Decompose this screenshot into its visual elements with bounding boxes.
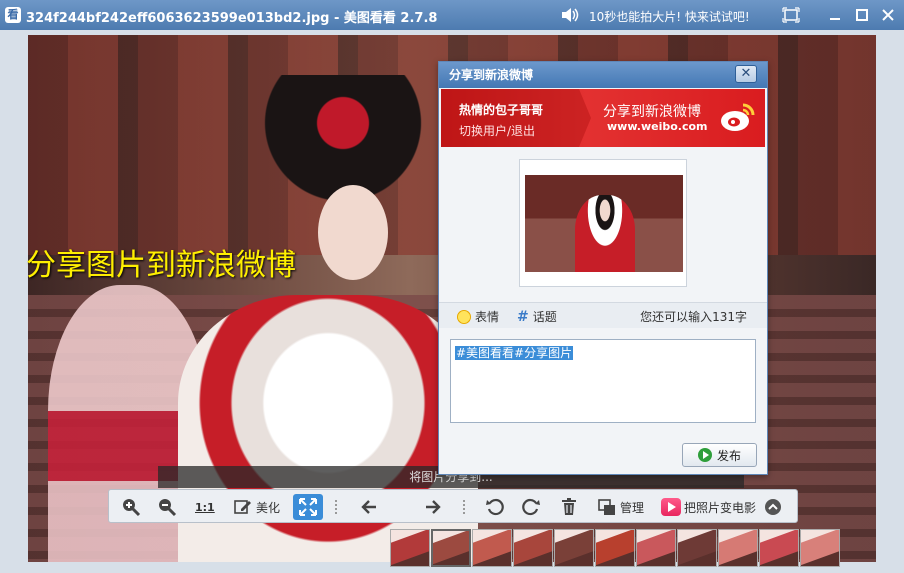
rotate-right-button[interactable] [521,494,541,520]
minimize-icon[interactable] [826,6,844,24]
arrow-right-icon [426,500,441,514]
previous-button[interactable] [359,494,379,520]
zoom-out-icon [159,499,177,517]
thumbnail-item[interactable] [636,529,676,567]
smiley-icon [457,309,471,324]
weibo-text-input[interactable]: #美图看看#分享图片 [450,339,756,423]
weibo-logo-icon [721,103,755,131]
preview-thumbnail [525,175,683,272]
thumbnail-item[interactable] [718,529,758,567]
photo-to-movie-button[interactable]: 把照片变电影 [661,494,756,520]
dialog-close-button[interactable]: ✕ [735,65,757,83]
photo-face [318,185,388,280]
char-counter: 您还可以输入131字 [640,310,747,324]
banner-share-title: 分享到新浪微博 [603,104,701,120]
overlay-caption: 分享图片到新浪微博 [26,248,296,283]
thumbnail-strip [390,529,842,569]
app-icon: 看 [5,7,21,23]
delete-button[interactable] [559,494,579,520]
fit-screen-icon [299,498,317,516]
manage-button[interactable]: 管理 [597,494,644,520]
video-icon [661,498,681,516]
thumbnail-item[interactable] [472,529,512,567]
topic-button[interactable]: # 话题 [517,308,557,325]
thumbnail-item[interactable] [431,529,471,567]
user-name: 热情的包子哥哥 [459,103,544,117]
thumbnail-item[interactable] [554,529,594,567]
thumbnail-item[interactable] [677,529,717,567]
share-dialog: 分享到新浪微博 ✕ 热情的包子哥哥 切换用户/退出 分享到新浪微博 www.we… [438,61,768,475]
thumbnail-item[interactable] [513,529,553,567]
weibo-banner: 热情的包子哥哥 切换用户/退出 分享到新浪微博 www.weibo.com [441,89,765,147]
emoticon-button[interactable]: 表情 [457,308,499,325]
share-image-preview [519,159,687,287]
actual-size-button[interactable]: 1:1 [195,494,215,520]
hash-icon: # [517,308,529,325]
close-icon[interactable] [879,6,897,24]
chevron-up-icon [765,499,781,515]
go-arrow-icon [697,448,712,462]
thumbnail-item[interactable] [595,529,635,567]
rotate-right-icon [522,498,540,516]
toolbar-separator [335,500,337,514]
viewer-toolbar: 1:1 美化 管理 把照片变电影 [108,489,798,523]
promo-link[interactable]: 10秒也能拍大片! 快来试试吧! [589,8,750,25]
toolbar-separator [463,500,465,514]
photo-to-movie-label: 把照片变电影 [684,500,757,515]
switch-user-link[interactable]: 切换用户/退出 [459,122,535,139]
weibo-url: www.weibo.com [607,120,708,133]
compose-toolbar: 表情 # 话题 您还可以输入131字 [439,302,767,328]
next-button[interactable] [423,494,443,520]
beautify-label: 美化 [256,500,281,515]
collapse-toolbar-button[interactable] [763,494,783,520]
fit-screen-button[interactable] [293,494,323,520]
manage-label: 管理 [620,500,645,515]
publish-button[interactable]: 发布 [682,443,757,467]
publish-label: 发布 [716,448,741,463]
dialog-title: 分享到新浪微博 [439,62,767,88]
actual-size-label: 1:1 [195,500,215,514]
beautify-button[interactable]: 美化 [233,494,280,520]
maximize-icon[interactable] [853,6,871,24]
speaker-icon[interactable] [561,7,579,23]
arrow-left-icon [361,500,376,514]
window-title: 324f244bf242eff6063623599e013bd2.jpg - 美… [26,11,438,26]
edit-icon [234,500,251,514]
title-bar: 看 324f244bf242eff6063623599e013bd2.jpg -… [0,0,904,30]
weibo-text-value: #美图看看#分享图片 [455,346,574,360]
trash-icon [562,498,576,515]
thumbnail-item[interactable] [390,529,430,567]
thumbnail-item[interactable] [759,529,799,567]
topic-label: 话题 [532,310,557,324]
emoticon-label: 表情 [475,310,500,324]
manage-icon [598,499,615,515]
thumbnail-item[interactable] [800,529,840,567]
zoom-in-button[interactable] [121,494,141,520]
zoom-out-button[interactable] [157,494,177,520]
fullscreen-icon[interactable] [782,6,800,24]
rotate-left-icon [486,498,504,516]
rotate-left-button[interactable] [485,494,505,520]
zoom-in-icon [123,499,141,517]
